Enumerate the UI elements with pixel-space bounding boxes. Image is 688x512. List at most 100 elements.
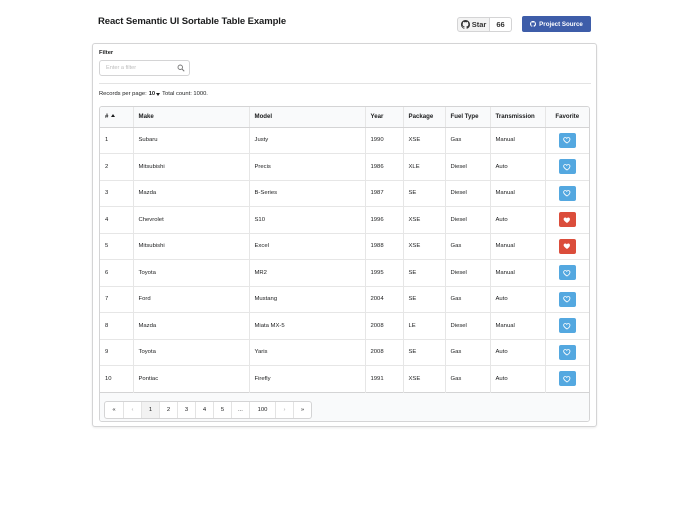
make-cell: Ford xyxy=(132,285,249,313)
transmission-cell: Auto xyxy=(489,285,545,313)
records-per-page-dropdown[interactable]: 10 xyxy=(148,91,161,97)
row-number: 10 xyxy=(100,365,133,392)
transmission-cell: Manual xyxy=(489,312,545,339)
make-cell: Toyota xyxy=(132,338,249,366)
page-button-4[interactable]: 4 xyxy=(195,401,213,418)
transmission-cell: Auto xyxy=(489,206,545,233)
fuel-type-cell: Gas xyxy=(444,338,490,366)
favorite-button[interactable] xyxy=(558,344,576,360)
row-number: 9 xyxy=(100,338,133,366)
table-row: 8 Mazda Miata MX-5 2008 LE Diesel Manual xyxy=(100,312,589,339)
transmission-cell: Auto xyxy=(489,153,545,180)
column-header-id[interactable]: # xyxy=(100,107,133,128)
column-header-transmission[interactable]: Transmission xyxy=(489,107,545,128)
favorite-button[interactable] xyxy=(558,185,576,201)
model-cell: MR2 xyxy=(248,259,365,286)
table-row: 9 Toyota Yaris 2008 SE Gas Auto xyxy=(100,338,589,366)
favorite-button[interactable] xyxy=(558,212,576,228)
transmission-cell: Manual xyxy=(489,259,545,286)
package-cell: XSE xyxy=(402,206,445,233)
star-button[interactable]: Star xyxy=(457,17,490,32)
year-cell: 1986 xyxy=(364,153,403,180)
pagination: « ‹ 1 2 3 4 5 ... 100 › » xyxy=(104,400,312,419)
package-cell: XSE xyxy=(402,232,445,260)
page-button-100[interactable]: 100 xyxy=(249,401,275,418)
favorite-button[interactable] xyxy=(558,159,576,175)
star-label: Star xyxy=(471,20,487,29)
row-number: 8 xyxy=(100,312,133,339)
page-button-2[interactable]: 2 xyxy=(159,401,177,418)
project-source-label: Project Source xyxy=(539,20,583,28)
column-header-make[interactable]: Make xyxy=(132,107,249,128)
make-cell: Mitsubishi xyxy=(132,232,249,260)
github-icon xyxy=(460,20,470,29)
year-cell: 1996 xyxy=(364,206,403,233)
page-button-1[interactable]: 1 xyxy=(141,401,159,418)
row-number: 2 xyxy=(100,153,133,180)
column-header-package[interactable]: Package xyxy=(402,107,445,128)
model-cell: Firefly xyxy=(248,365,365,392)
header: React Semantic UI Sortable Table Example… xyxy=(0,0,688,44)
favorite-cell xyxy=(544,338,589,366)
page-button-3[interactable]: 3 xyxy=(177,401,195,418)
row-number: 5 xyxy=(100,232,133,260)
favorite-button[interactable] xyxy=(558,291,576,307)
make-cell: Mazda xyxy=(132,312,249,339)
data-table: # Make Model Year Package Fuel Type Tran… xyxy=(100,107,589,421)
fuel-type-cell: Diesel xyxy=(444,259,490,286)
pagination-ellipsis: ... xyxy=(231,401,249,418)
dropdown-caret-icon xyxy=(156,92,161,96)
fuel-type-cell: Diesel xyxy=(444,153,490,180)
project-source-button[interactable]: Project Source xyxy=(522,16,591,32)
column-header-model[interactable]: Model xyxy=(248,107,365,128)
sort-ascending-icon xyxy=(111,114,116,118)
fuel-type-cell: Gas xyxy=(444,127,490,154)
heart-icon xyxy=(563,349,571,356)
package-cell: XLE xyxy=(402,153,445,180)
heart-icon xyxy=(563,296,571,303)
page-button-5[interactable]: 5 xyxy=(213,401,231,418)
favorite-cell xyxy=(544,206,589,233)
column-header-favorite[interactable]: Favorite xyxy=(544,107,589,128)
package-cell: SE xyxy=(402,338,445,366)
github-star-widget: Star 66 xyxy=(457,17,512,32)
favorite-button[interactable] xyxy=(558,132,576,148)
page-title: React Semantic UI Sortable Table Example xyxy=(98,16,287,27)
favorite-cell xyxy=(544,365,589,392)
make-cell: Mitsubishi xyxy=(132,153,249,180)
star-count[interactable]: 66 xyxy=(490,17,512,32)
favorite-button[interactable] xyxy=(558,371,576,387)
fuel-type-cell: Gas xyxy=(444,232,490,260)
column-header-fuel-type[interactable]: Fuel Type xyxy=(444,107,490,128)
filter-input[interactable] xyxy=(100,61,176,75)
make-cell: Mazda xyxy=(132,179,249,207)
year-cell: 2008 xyxy=(364,338,403,366)
table-panel: Filter Records per page: 10 Total count:… xyxy=(92,43,597,427)
year-cell: 2008 xyxy=(364,312,403,339)
first-page-button[interactable]: « xyxy=(105,402,123,418)
next-page-button[interactable]: › xyxy=(275,401,293,418)
search-icon xyxy=(177,64,185,72)
column-header-year[interactable]: Year xyxy=(364,107,403,128)
favorite-button[interactable] xyxy=(558,265,576,281)
row-number: 7 xyxy=(100,285,133,313)
favorite-cell xyxy=(544,232,589,260)
package-cell: LE xyxy=(402,312,445,339)
total-count: Total count: 1000. xyxy=(162,91,208,97)
fuel-type-cell: Gas xyxy=(444,365,490,392)
favorite-button[interactable] xyxy=(558,238,576,254)
favorite-button[interactable] xyxy=(558,318,576,334)
fuel-type-cell: Diesel xyxy=(444,179,490,207)
make-cell: Pontiac xyxy=(132,365,249,392)
heart-icon xyxy=(563,322,571,330)
github-icon xyxy=(530,21,537,27)
favorite-cell xyxy=(544,285,589,313)
table-row: 5 Mitsubishi Excel 1988 XSE Gas Manual xyxy=(100,232,589,260)
table-body: 1 Subaru Justy 1990 XSE Gas Manual 2 Mitsubishi P… xyxy=(100,127,589,392)
model-cell: S10 xyxy=(248,206,365,233)
last-page-button[interactable]: » xyxy=(293,401,311,418)
year-cell: 1988 xyxy=(364,232,403,260)
records-per-page-value: 10 xyxy=(148,91,156,97)
package-cell: SE xyxy=(402,285,445,313)
prev-page-button[interactable]: ‹ xyxy=(123,401,141,418)
